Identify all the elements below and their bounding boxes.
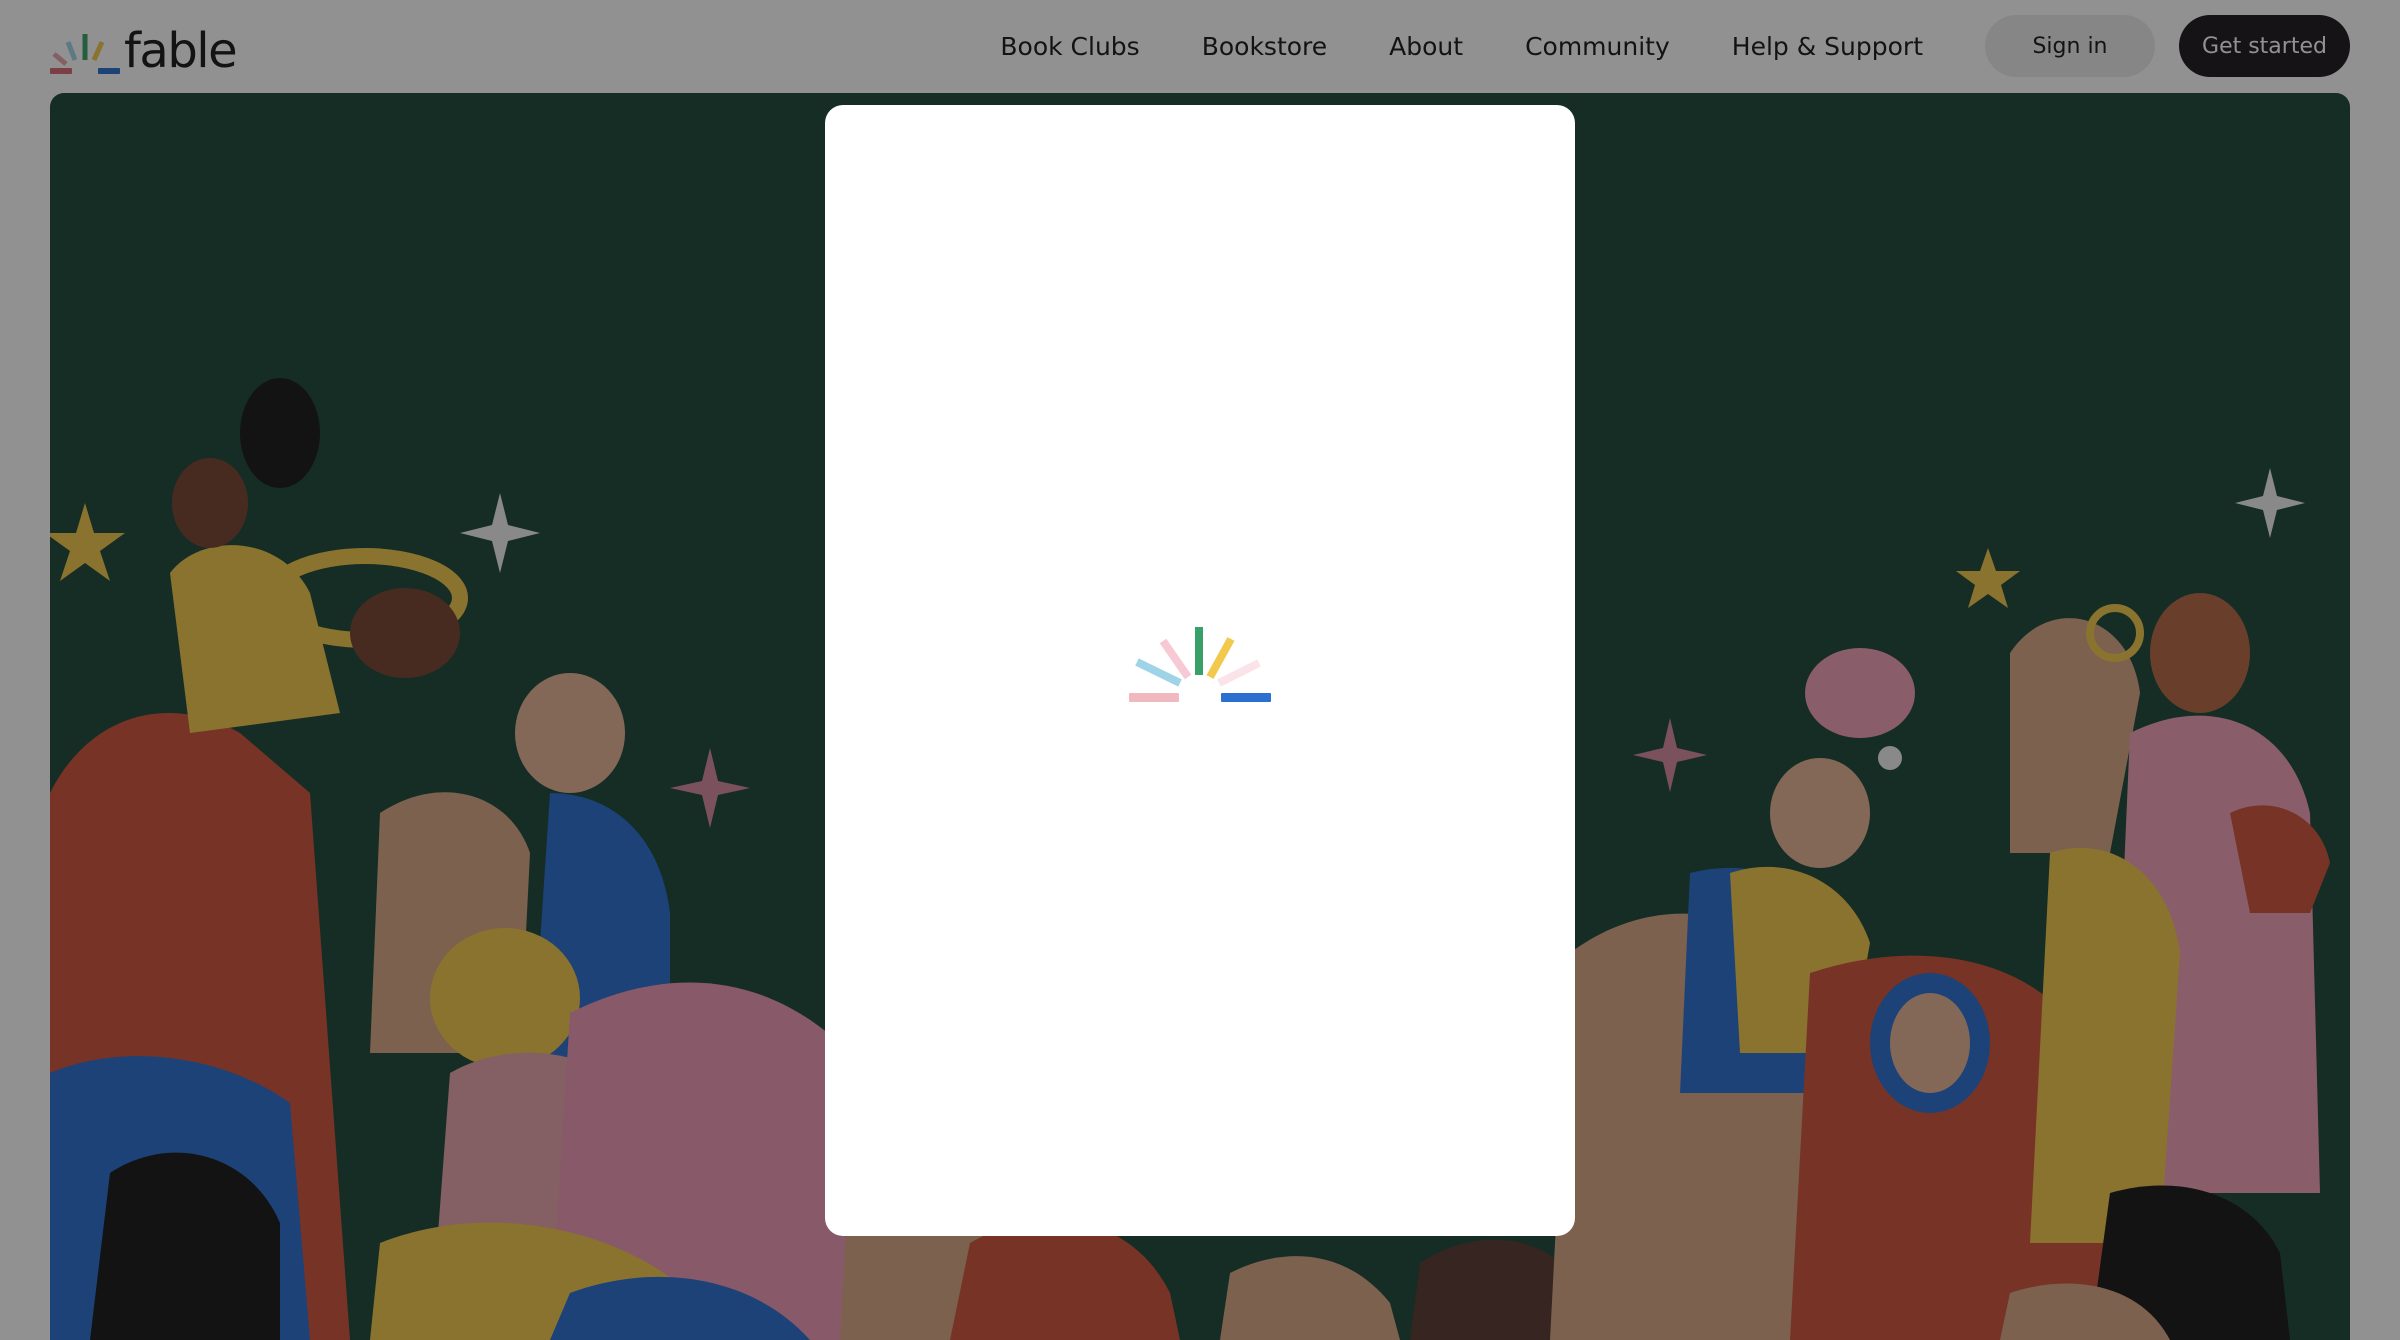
fable-spark-loader-icon	[1129, 627, 1271, 702]
loading-modal	[825, 105, 1575, 1236]
